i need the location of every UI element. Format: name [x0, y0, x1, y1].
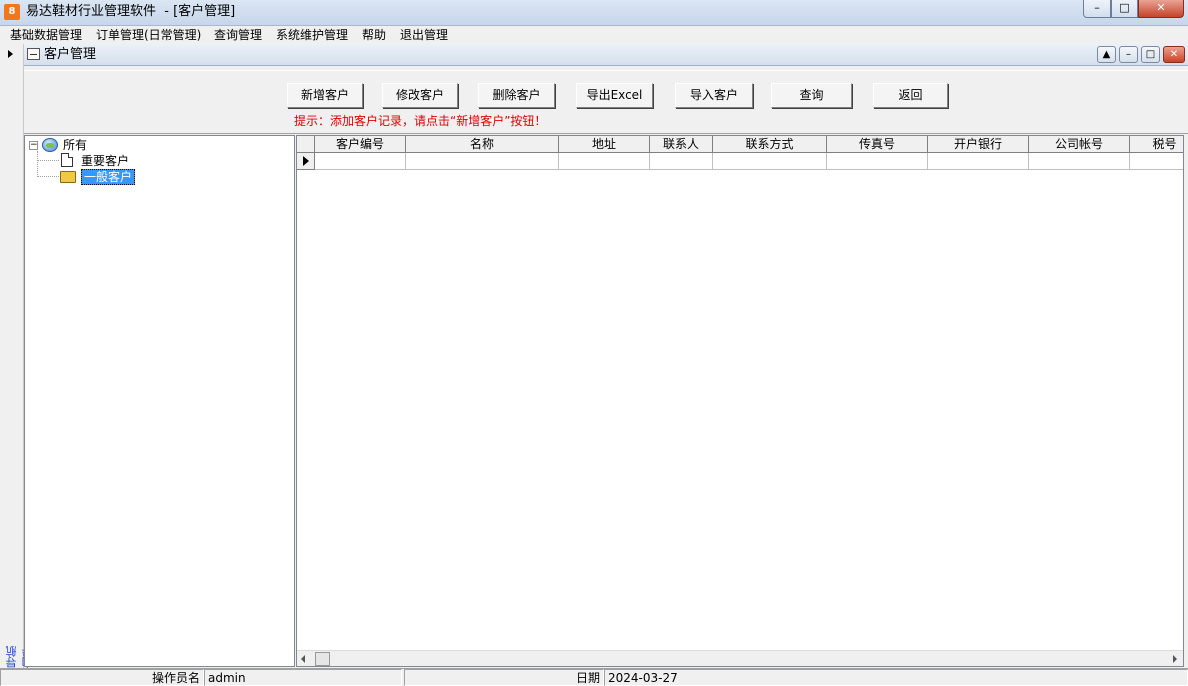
collapse-icon[interactable]: − [29, 141, 38, 150]
date-label: 日期 [404, 669, 604, 686]
scroll-right-arrow-icon[interactable] [1173, 655, 1177, 663]
window-menu-icon[interactable] [27, 48, 40, 60]
grid-cell[interactable] [406, 153, 559, 170]
import-customer-button[interactable]: 导入客户 [675, 83, 753, 108]
column-header-contact-info[interactable]: 联系方式 [713, 136, 827, 153]
grid-cell[interactable] [315, 153, 406, 170]
menu-bar: 基础数据管理 订单管理(日常管理) 查询管理 系统维护管理 帮助 退出管理 [0, 26, 1188, 44]
menu-exit[interactable]: 退出管理 [397, 26, 451, 44]
grid-cell[interactable] [1130, 153, 1183, 170]
child-window-title: 客户管理 [44, 47, 97, 62]
title-bar: 8 易达鞋材行业管理软件 - [客户管理] – □ ✕ [0, 0, 1188, 26]
tree-connector [37, 176, 59, 177]
operator-value: admin [204, 669, 402, 686]
edit-customer-button[interactable]: 修改客户 [382, 83, 458, 108]
horizontal-scrollbar[interactable] [297, 650, 1183, 666]
query-button[interactable]: 查询 [771, 83, 852, 108]
tree-node-general-customers[interactable]: 一般客户 [81, 169, 136, 185]
close-button[interactable]: ✕ [1138, 0, 1184, 18]
grid-corner [297, 136, 315, 153]
grid-cell[interactable] [928, 153, 1029, 170]
tree-connector [37, 160, 59, 161]
menu-order-management[interactable]: 订单管理(日常管理) [93, 26, 204, 44]
column-header-contact-person[interactable]: 联系人 [650, 136, 713, 153]
app-icon: 8 [4, 4, 20, 20]
child-close-button[interactable]: ✕ [1163, 46, 1185, 63]
globe-icon [42, 138, 58, 152]
column-header-customer-id[interactable]: 客户编号 [315, 136, 406, 153]
customer-category-tree: − 所有 重要客户 一般客户 [24, 135, 295, 667]
toolbar-panel: 新增客户 修改客户 删除客户 导出Excel 导入客户 查询 返回 提示：添加客… [24, 70, 1188, 134]
document-icon [61, 153, 73, 167]
tree-node-all[interactable]: 所有 [63, 137, 87, 153]
menu-help[interactable]: 帮助 [359, 26, 389, 44]
column-header-name[interactable]: 名称 [406, 136, 559, 153]
back-button[interactable]: 返回 [873, 83, 948, 108]
operator-label: 操作员名 [0, 669, 204, 686]
hint-text: 提示：添加客户记录，请点击“新增客户”按钮！ [294, 114, 547, 128]
navigation-strip: 导航向导 [0, 44, 34, 668]
column-header-bank[interactable]: 开户银行 [928, 136, 1029, 153]
menu-basic-data[interactable]: 基础数据管理 [7, 26, 85, 44]
status-bar: 操作员名 admin 日期 2024-03-27 [0, 668, 1188, 686]
export-excel-button[interactable]: 导出Excel [576, 83, 653, 108]
current-row-arrow-icon [303, 156, 309, 166]
navigation-guide-tab[interactable]: 导航向导 [4, 644, 34, 668]
tree-connector [37, 151, 38, 177]
column-header-company-account[interactable]: 公司帐号 [1029, 136, 1130, 153]
child-window-title-bar: 客户管理 ▲ – □ ✕ [24, 44, 1188, 66]
grid-cell[interactable] [713, 153, 827, 170]
grid-cell[interactable] [650, 153, 713, 170]
row-selector[interactable] [297, 153, 315, 170]
delete-customer-button[interactable]: 删除客户 [478, 83, 555, 108]
menu-query-management[interactable]: 查询管理 [211, 26, 265, 44]
scroll-thumb[interactable] [315, 652, 330, 666]
maximize-button[interactable]: □ [1111, 0, 1138, 18]
date-value: 2024-03-27 [604, 669, 1188, 686]
open-folder-icon [60, 171, 76, 183]
column-header-fax[interactable]: 传真号 [827, 136, 928, 153]
scroll-left-arrow-icon[interactable] [301, 655, 305, 663]
grid-cell[interactable] [1029, 153, 1130, 170]
add-customer-button[interactable]: 新增客户 [287, 83, 363, 108]
column-header-address[interactable]: 地址 [559, 136, 650, 153]
restore-up-icon[interactable]: ▲ [1097, 46, 1116, 63]
child-minimize-button[interactable]: – [1119, 46, 1138, 63]
column-header-tax-id[interactable]: 税号 [1130, 136, 1183, 153]
window-title: 易达鞋材行业管理软件 - [客户管理] [26, 4, 236, 19]
grid-cell[interactable] [559, 153, 650, 170]
tree-node-important-customers[interactable]: 重要客户 [81, 153, 129, 169]
minimize-button[interactable]: – [1083, 0, 1111, 18]
menu-system-maintenance[interactable]: 系统维护管理 [273, 26, 351, 44]
child-maximize-button[interactable]: □ [1141, 46, 1160, 63]
customer-grid: 客户编号 名称 地址 联系人 联系方式 传真号 开户银行 公司帐号 税号 [296, 135, 1184, 667]
grid-cell[interactable] [827, 153, 928, 170]
expand-arrow-icon[interactable] [8, 50, 13, 58]
